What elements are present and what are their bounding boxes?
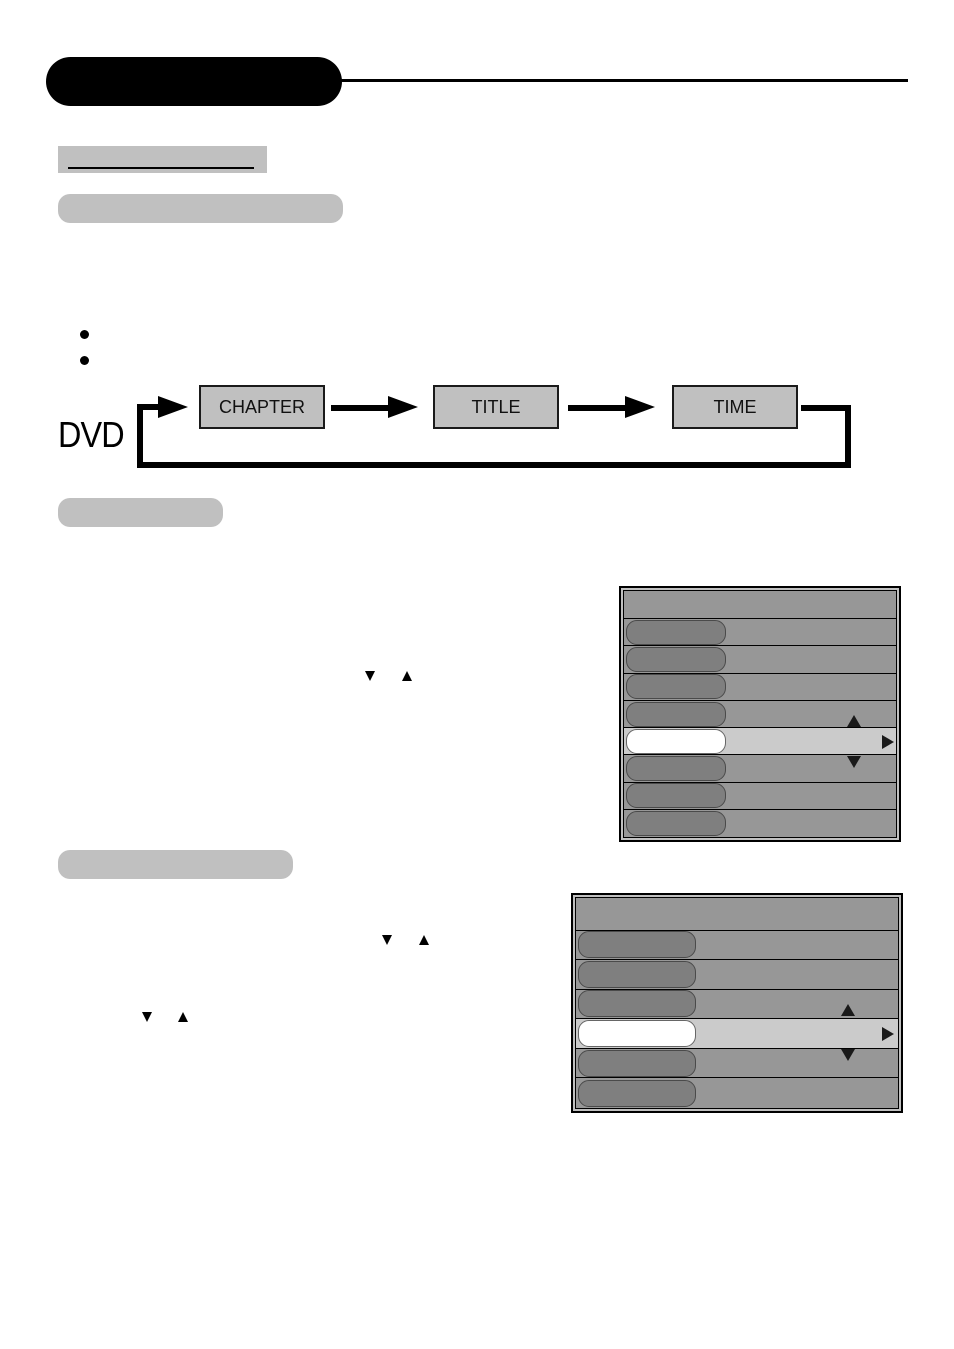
down-arrow-key-icon (382, 935, 392, 945)
subsection-heading-3 (58, 850, 293, 879)
osd-menu-row[interactable] (624, 646, 896, 674)
loop-line-left-vertical (137, 404, 143, 468)
osd-menu-row[interactable] (624, 810, 896, 837)
row-label (578, 1079, 696, 1107)
down-arrow-key-icon (365, 671, 375, 681)
osd-menu-row[interactable] (576, 960, 898, 990)
arrow-right-icon (388, 396, 418, 418)
row-label (578, 960, 696, 988)
osd-menu-row-selected[interactable] (576, 1004, 898, 1062)
loop-line-right-vertical (845, 405, 851, 468)
header-rule (340, 79, 908, 82)
osd-menu-row[interactable] (624, 755, 896, 783)
osd-menu-1 (619, 586, 901, 842)
up-arrow-key-icon (419, 935, 429, 945)
osd-menu-row[interactable] (576, 931, 898, 961)
loop-line-right-top (801, 405, 851, 411)
osd-menu-row[interactable] (624, 783, 896, 810)
osd-menu-row[interactable] (624, 619, 896, 647)
osd-menu-row[interactable] (624, 674, 896, 701)
row-label (626, 674, 726, 700)
enter-right-icon[interactable] (882, 735, 894, 750)
row-label (626, 728, 726, 754)
osd-menu-header (624, 591, 896, 620)
osd-menu-2 (571, 893, 903, 1113)
enter-right-icon[interactable] (882, 1027, 894, 1042)
flow-step-title: TITLE (433, 385, 559, 429)
flow-step-time: TIME (672, 385, 798, 429)
row-label (626, 619, 726, 645)
flow-step-chapter: CHAPTER (199, 385, 325, 429)
up-arrow-key-icon (178, 1012, 188, 1022)
arrow-right-icon (625, 396, 655, 418)
row-label (578, 990, 696, 1018)
bullet-icon (80, 356, 89, 365)
flow-connector (331, 405, 391, 411)
row-label (626, 647, 726, 673)
up-arrow-key-icon (402, 671, 412, 681)
row-label (626, 755, 726, 781)
arrow-right-icon (158, 396, 188, 418)
scroll-up-icon[interactable] (847, 715, 861, 728)
bullet-icon (80, 330, 89, 339)
loop-line-bottom (137, 462, 851, 468)
row-label (578, 1049, 696, 1077)
subsection-heading-2 (58, 498, 223, 527)
osd-menu-header (576, 898, 898, 931)
row-label (578, 1020, 696, 1048)
osd-menu-row[interactable] (576, 1049, 898, 1079)
scroll-up-icon[interactable] (841, 1004, 855, 1017)
row-label (578, 931, 696, 959)
flow-connector (568, 405, 628, 411)
subsection-heading-1 (58, 194, 343, 223)
section-tag-underline (68, 167, 254, 169)
chapter-title-pill (46, 57, 342, 106)
row-label (626, 810, 726, 836)
osd-menu-row[interactable] (576, 1078, 898, 1108)
dvd-source-label: DVD (58, 414, 125, 455)
row-label (626, 783, 726, 809)
row-label (626, 701, 726, 727)
osd-menu-row-selected[interactable] (624, 715, 896, 769)
down-arrow-key-icon (142, 1012, 152, 1022)
